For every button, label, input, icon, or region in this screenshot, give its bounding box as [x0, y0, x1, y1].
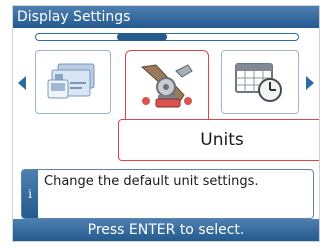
carousel-item-network[interactable]: [35, 50, 111, 114]
units-tools-icon: [140, 63, 193, 107]
info-description: Change the default unit settings.: [44, 174, 259, 189]
footer-hint: Press ENTER to select.: [13, 219, 319, 241]
selected-item-label: Units: [118, 119, 319, 161]
date-time-grid-icon: [235, 63, 282, 102]
selected-item-text: Units: [200, 130, 244, 150]
info-icon: i: [22, 170, 38, 218]
carousel-item-units[interactable]: [125, 50, 209, 120]
left-arrow-icon[interactable]: [18, 76, 26, 90]
scrollbar-thumb[interactable]: [117, 33, 167, 41]
carousel-item-date-time[interactable]: [221, 50, 299, 114]
right-arrow-icon[interactable]: [306, 76, 314, 90]
window-title: Display Settings: [13, 6, 319, 28]
display-settings-screen: Display Settings Units i Change the defa…: [12, 5, 320, 242]
network-cards-icon: [47, 63, 95, 99]
carousel-scrollbar[interactable]: [35, 33, 299, 41]
info-panel: i Change the default unit settings.: [21, 169, 314, 219]
